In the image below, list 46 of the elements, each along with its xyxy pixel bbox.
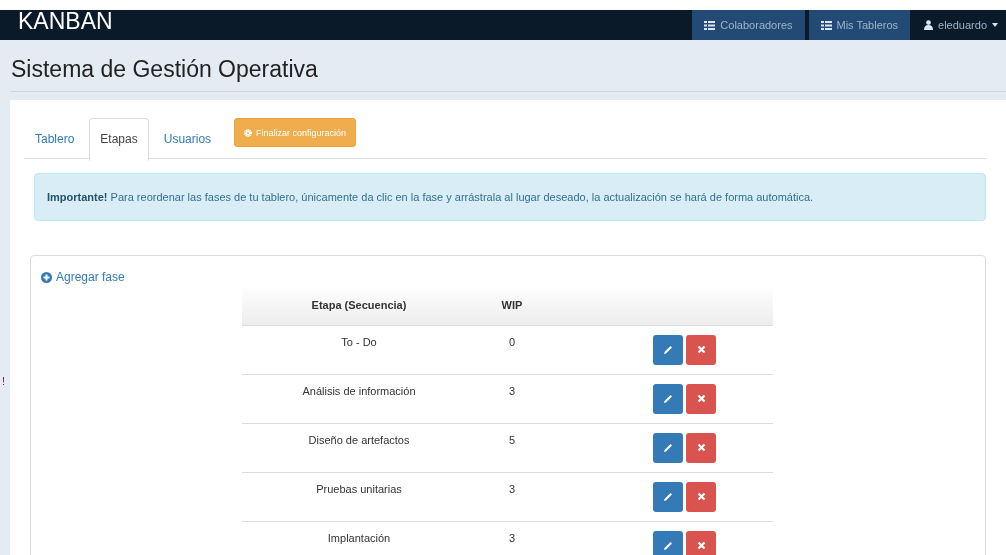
- edit-button[interactable]: [653, 383, 683, 414]
- pencil-icon: [663, 540, 673, 551]
- close-icon: [696, 443, 706, 452]
- edit-button[interactable]: [653, 481, 683, 512]
- delete-button[interactable]: [686, 432, 716, 463]
- tab[interactable]: Tablero: [24, 118, 86, 160]
- table-cell: Diseño de artefactos: [242, 423, 476, 472]
- table-cell: 3: [476, 521, 548, 555]
- caret-icon: [992, 23, 998, 27]
- nav-link[interactable]: Mis Tableros: [808, 10, 911, 40]
- edit-button[interactable]: [653, 530, 683, 555]
- delete-button[interactable]: [686, 530, 716, 555]
- nav-link[interactable]: Colaboradores: [692, 10, 805, 40]
- table-cell: 3: [476, 472, 548, 521]
- info-alert: Importante! Para reordenar las fases de tu tablero, únicamente da clic en la fase y arrástrala al lugar deseado, la actualización se hará de forma automática.: [34, 173, 986, 221]
- pencil-icon: [663, 442, 673, 453]
- table-cell: 3: [476, 374, 548, 423]
- list-icon: [704, 20, 716, 30]
- delete-button[interactable]: [686, 334, 716, 365]
- delete-button[interactable]: [686, 383, 716, 414]
- tab[interactable]: Etapas: [89, 118, 149, 161]
- pencil-icon: [663, 393, 673, 404]
- pencil-icon: [663, 344, 673, 355]
- table-cell: Pruebas unitarias: [242, 472, 476, 521]
- gear-icon: [244, 128, 253, 137]
- edit-button[interactable]: [653, 334, 683, 365]
- table-cell: 0: [476, 325, 548, 374]
- plus-circle-icon: [41, 271, 52, 283]
- close-icon: [696, 541, 706, 550]
- close-icon: [696, 492, 706, 501]
- stray-mark: !: [2, 375, 6, 387]
- edit-button[interactable]: [653, 432, 683, 463]
- user-icon: [924, 20, 934, 30]
- table-cell: Implantación: [242, 521, 476, 555]
- add-phase-link[interactable]: Agregar fase: [41, 270, 125, 284]
- list-icon: [820, 20, 832, 30]
- close-icon: [696, 394, 706, 403]
- close-icon: [696, 345, 706, 354]
- tab[interactable]: Usuarios: [152, 118, 223, 160]
- table-cell: Análisis de información: [242, 374, 476, 423]
- pencil-icon: [663, 491, 673, 502]
- table-cell: To - Do: [242, 325, 476, 374]
- delete-button[interactable]: [686, 481, 716, 512]
- page-title: Sistema de Gestión Operativa: [10, 40, 1006, 92]
- brand-logo[interactable]: KANBAN: [18, 6, 113, 36]
- table-cell: 5: [476, 423, 548, 472]
